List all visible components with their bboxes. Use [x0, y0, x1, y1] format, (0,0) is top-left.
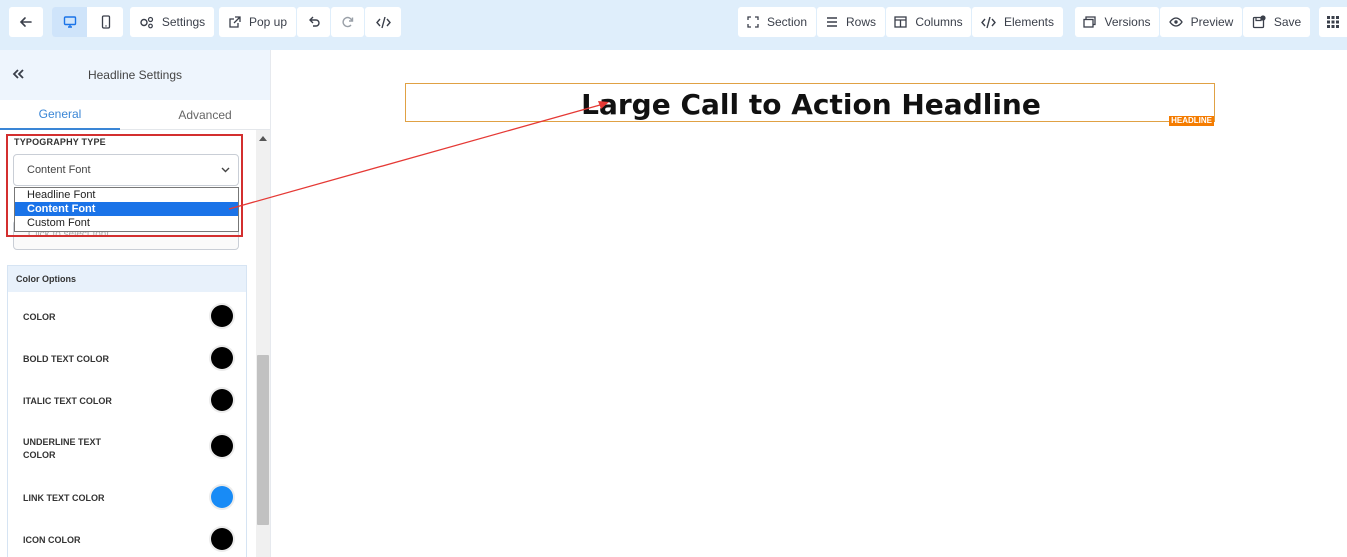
- color-row: ITALIC TEXT COLOR: [23, 389, 233, 411]
- mobile-icon: [101, 15, 110, 29]
- color-swatch[interactable]: [211, 389, 233, 411]
- code-button[interactable]: [365, 7, 401, 37]
- redo-icon: [341, 16, 353, 28]
- headline-text[interactable]: Large Call to Action Headline: [406, 88, 1216, 121]
- color-options-title: Color Options: [8, 266, 246, 292]
- desktop-icon: [63, 16, 76, 28]
- save-icon: [1252, 15, 1266, 29]
- rows-label: Rows: [845, 15, 876, 29]
- color-row-label: UNDERLINE TEXT COLOR: [23, 437, 102, 460]
- settings-button[interactable]: Settings: [130, 7, 214, 37]
- versions-button[interactable]: Versions: [1075, 7, 1159, 37]
- settings-label: Settings: [161, 15, 206, 29]
- color-row-label: ICON COLOR: [23, 535, 81, 545]
- undo-icon: [308, 16, 320, 27]
- rows-icon: [826, 17, 837, 27]
- color-row: LINK TEXT COLOR: [23, 486, 233, 508]
- annotation-highlight-box: [6, 134, 243, 237]
- apps-menu-button[interactable]: [1319, 7, 1347, 37]
- undo-button[interactable]: [297, 7, 330, 37]
- device-toggle: [52, 7, 123, 37]
- elements-button[interactable]: Elements: [972, 7, 1063, 37]
- color-row: COLOR: [23, 305, 233, 327]
- popup-label: Pop up: [248, 15, 288, 29]
- rows-button[interactable]: Rows: [817, 7, 885, 37]
- headline-element[interactable]: Large Call to Action Headline HEADLINE: [405, 83, 1216, 126]
- sidebar-tabs: General Advanced: [0, 100, 270, 130]
- color-row-label: COLOR: [23, 312, 56, 322]
- preview-label: Preview: [1190, 15, 1234, 29]
- code-icon: [375, 16, 391, 28]
- columns-icon: [894, 16, 907, 28]
- back-arrow-icon: [19, 17, 32, 27]
- color-swatch[interactable]: [211, 435, 233, 457]
- columns-button[interactable]: Columns: [886, 7, 971, 37]
- desktop-view-button[interactable]: [52, 7, 87, 37]
- tab-general[interactable]: General: [0, 100, 120, 130]
- color-swatch[interactable]: [211, 305, 233, 327]
- settings-sidebar: Headline Settings General Advanced TYPOG…: [0, 50, 271, 557]
- scroll-up-arrow-icon[interactable]: [259, 136, 267, 141]
- sidebar-header: Headline Settings: [0, 50, 270, 100]
- versions-icon: [1083, 16, 1097, 28]
- elements-code-icon: [981, 16, 996, 28]
- preview-button[interactable]: Preview: [1160, 7, 1242, 37]
- save-button[interactable]: Save: [1243, 7, 1310, 37]
- redo-button[interactable]: [331, 7, 364, 37]
- versions-label: Versions: [1104, 15, 1151, 29]
- section-label: Section: [766, 15, 808, 29]
- color-row: ICON COLOR: [23, 528, 233, 550]
- element-type-badge: HEADLINE: [1169, 116, 1214, 126]
- settings-gear-icon: [140, 16, 153, 28]
- color-row-label: LINK TEXT COLOR: [23, 493, 105, 503]
- section-icon: [747, 16, 759, 28]
- sidebar-title: Headline Settings: [87, 68, 183, 82]
- external-link-icon: [229, 15, 241, 28]
- tab-advanced[interactable]: Advanced: [145, 100, 265, 130]
- color-row-label: BOLD TEXT COLOR: [23, 354, 109, 364]
- popup-button[interactable]: Pop up: [219, 7, 296, 37]
- color-row-label: ITALIC TEXT COLOR: [23, 396, 112, 406]
- eye-icon: [1168, 17, 1183, 27]
- color-row: UNDERLINE TEXT COLOR: [23, 435, 233, 462]
- color-options-panel: Color Options COLOR BOLD TEXT COLOR ITAL…: [7, 265, 247, 557]
- color-swatch[interactable]: [211, 528, 233, 550]
- back-button[interactable]: [9, 7, 43, 37]
- color-swatch[interactable]: [211, 347, 233, 369]
- page-canvas: [271, 50, 1347, 557]
- mobile-view-button[interactable]: [88, 7, 123, 37]
- section-button[interactable]: Section: [738, 7, 816, 37]
- top-toolbar: Settings Pop up Section Rows Columns Ele…: [0, 0, 1347, 50]
- grid-icon: [1327, 16, 1339, 28]
- color-row: BOLD TEXT COLOR: [23, 347, 233, 369]
- columns-label: Columns: [915, 15, 963, 29]
- elements-label: Elements: [1003, 15, 1055, 29]
- save-label: Save: [1273, 15, 1302, 29]
- scrollbar-thumb[interactable]: [257, 355, 269, 525]
- color-swatch[interactable]: [211, 486, 233, 508]
